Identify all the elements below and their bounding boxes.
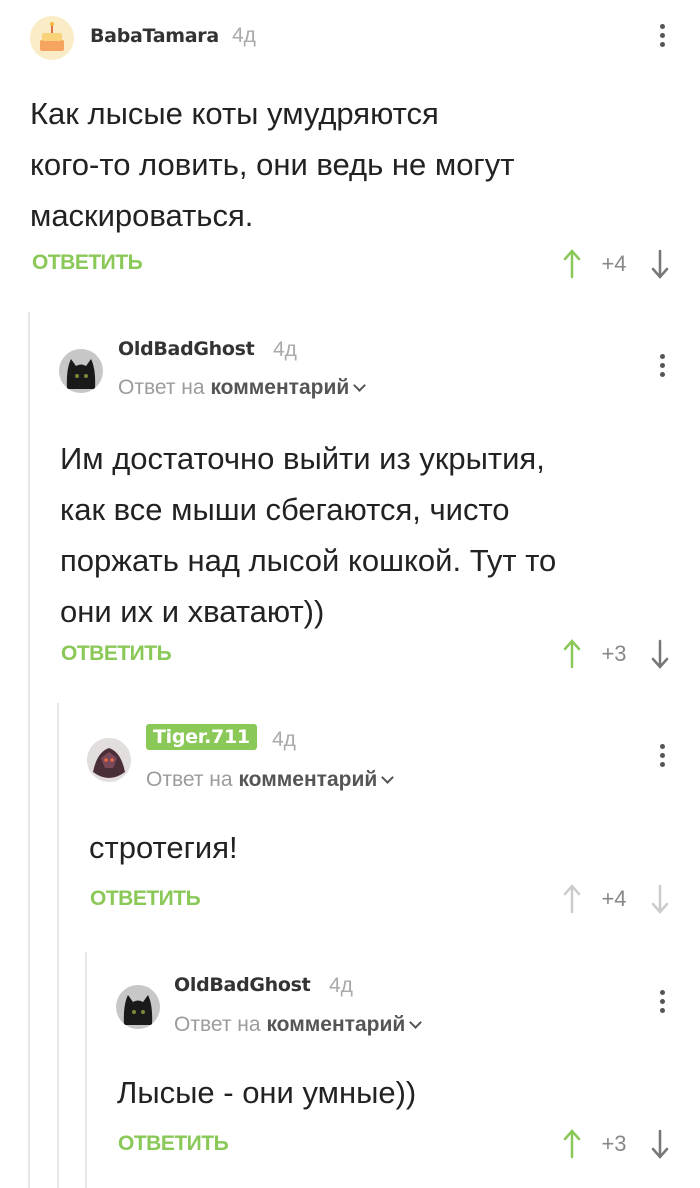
reply-button[interactable]: ОТВЕТИТЬ <box>118 1132 229 1156</box>
avatar[interactable] <box>116 985 160 1029</box>
reply-to-line[interactable]: Ответ на комментарий <box>174 1013 423 1037</box>
vote-controls: +3 <box>556 1129 674 1159</box>
score: +3 <box>601 1131 627 1156</box>
upvote-arrow-icon[interactable] <box>562 1129 582 1159</box>
more-options-icon[interactable] <box>658 990 666 1017</box>
black-cat-avatar-icon <box>116 985 160 1029</box>
downvote-arrow-icon[interactable] <box>650 1129 670 1159</box>
chevron-down-icon <box>409 1016 423 1029</box>
timestamp: 4д <box>329 974 353 997</box>
comment-body: Лысые - они умные)) <box>117 1075 417 1110</box>
comment: OldBadGhost 4д Ответ на комментарий Лысы… <box>0 0 700 1188</box>
username[interactable]: OldBadGhost <box>174 974 311 996</box>
